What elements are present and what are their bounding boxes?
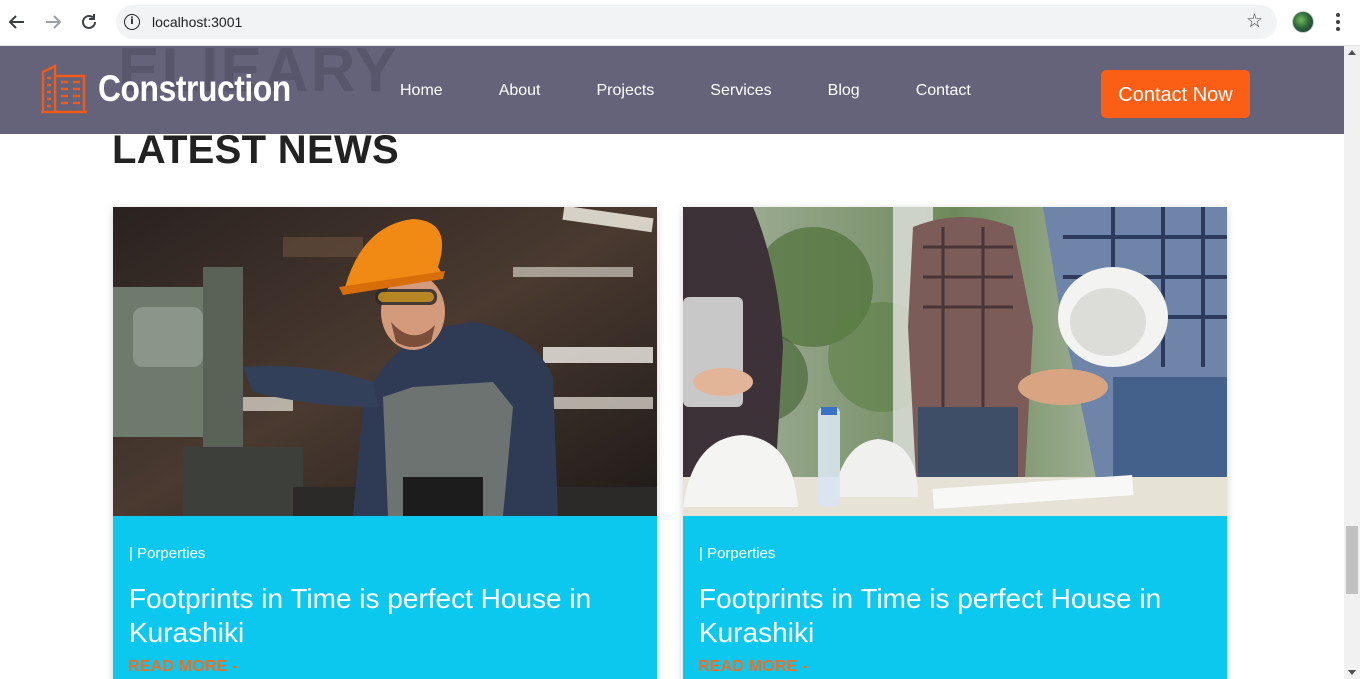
browser-toolbar: i localhost:3001 ☆ — [0, 0, 1360, 46]
page-scrollbar[interactable] — [1344, 46, 1360, 679]
news-card-image[interactable] — [683, 207, 1227, 516]
info-icon[interactable]: i — [124, 14, 140, 30]
site-header: ELIEARY Construction Home About Projects… — [0, 46, 1344, 134]
url-text[interactable]: localhost:3001 — [152, 5, 242, 39]
page-viewport: LATEST NEWS | Porperties Footprints in T… — [0, 46, 1344, 679]
nav-link-contact[interactable]: Contact — [888, 46, 999, 134]
back-arrow-icon[interactable] — [6, 11, 28, 33]
news-card-category[interactable]: | Porperties — [699, 545, 775, 562]
nav-link-projects[interactable]: Projects — [569, 46, 683, 134]
contact-now-button[interactable]: Contact Now — [1101, 70, 1250, 118]
main-nav: Home About Projects Services Blog Contac… — [372, 46, 999, 134]
news-card-image[interactable] — [113, 207, 657, 516]
section-title: LATEST NEWS — [112, 128, 399, 172]
scrollbar-thumb[interactable] — [1346, 526, 1358, 594]
nav-link-home[interactable]: Home — [372, 46, 471, 134]
news-card-title[interactable]: Footprints in Time is perfect House in K… — [129, 582, 629, 650]
nav-link-blog[interactable]: Blog — [800, 46, 888, 134]
read-more-link[interactable]: READ MORE - — [698, 658, 808, 676]
read-more-link[interactable]: READ MORE - — [128, 658, 238, 676]
reload-icon[interactable] — [78, 11, 100, 33]
address-bar[interactable]: i localhost:3001 ☆ — [116, 5, 1277, 39]
news-card-category[interactable]: | Porperties — [129, 545, 205, 562]
site-logo[interactable]: Construction — [40, 62, 291, 118]
kebab-menu-icon[interactable] — [1330, 10, 1346, 34]
nav-link-services[interactable]: Services — [682, 46, 799, 134]
building-icon — [41, 64, 87, 114]
news-card[interactable]: | Porperties Footprints in Time is perfe… — [683, 207, 1227, 679]
scroll-down-arrow-icon[interactable] — [1348, 670, 1356, 675]
star-icon[interactable]: ☆ — [1246, 11, 1263, 33]
news-card-title[interactable]: Footprints in Time is perfect House in K… — [699, 582, 1199, 650]
news-card[interactable]: | Porperties Footprints in Time is perfe… — [113, 207, 657, 679]
logo-text: Construction — [98, 68, 291, 109]
nav-link-about[interactable]: About — [471, 46, 569, 134]
scroll-up-arrow-icon[interactable] — [1348, 50, 1356, 55]
profile-icon[interactable] — [1292, 11, 1314, 33]
forward-arrow-icon[interactable] — [42, 11, 64, 33]
